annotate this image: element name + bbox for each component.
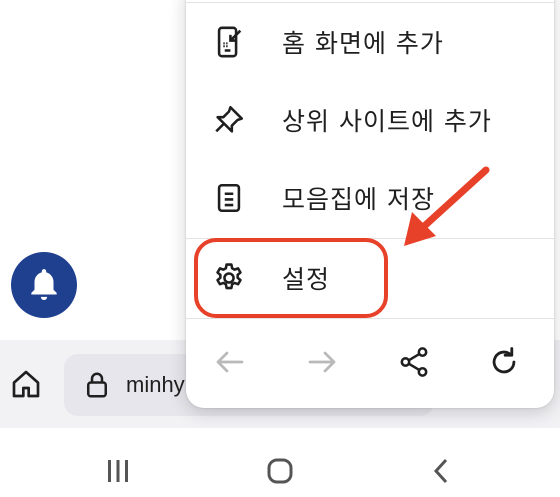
home-nav-button[interactable] (262, 456, 298, 486)
collection-icon (212, 181, 246, 215)
menu-item-add-to-home-screen[interactable]: 홈 화면에 추가 (186, 3, 554, 81)
pin-icon (212, 103, 246, 137)
lock-icon (87, 372, 107, 398)
annotation-arrow (404, 166, 490, 246)
system-navigation-bar (0, 428, 560, 497)
back-arrow-icon (216, 351, 244, 373)
back-button[interactable] (210, 342, 250, 382)
menu-item-add-to-top-sites[interactable]: 상위 사이트에 추가 (186, 81, 554, 159)
share-button[interactable] (394, 342, 434, 382)
menu-divider (186, 318, 554, 319)
reload-button[interactable] (484, 342, 524, 382)
notification-bell-button[interactable] (11, 252, 77, 318)
back-nav-button[interactable] (424, 456, 460, 486)
bell-icon (31, 269, 57, 301)
menu-item-label: 상위 사이트에 추가 (282, 107, 492, 136)
menu-toolbar (186, 326, 554, 398)
home-button[interactable] (8, 366, 44, 402)
reload-icon (492, 347, 516, 374)
annotation-highlight-box (194, 238, 388, 318)
add-to-home-screen-icon (212, 25, 246, 59)
url-text: minhy (126, 372, 185, 397)
forward-button[interactable] (302, 342, 342, 382)
recent-apps-button[interactable] (100, 456, 136, 486)
forward-arrow-icon (308, 351, 336, 373)
home-circle-icon (267, 458, 293, 484)
share-icon (400, 347, 428, 377)
menu-item-label: 홈 화면에 추가 (282, 29, 444, 58)
chevron-left-icon (433, 458, 448, 484)
recent-apps-icon (108, 460, 128, 482)
home-icon (12, 370, 40, 398)
